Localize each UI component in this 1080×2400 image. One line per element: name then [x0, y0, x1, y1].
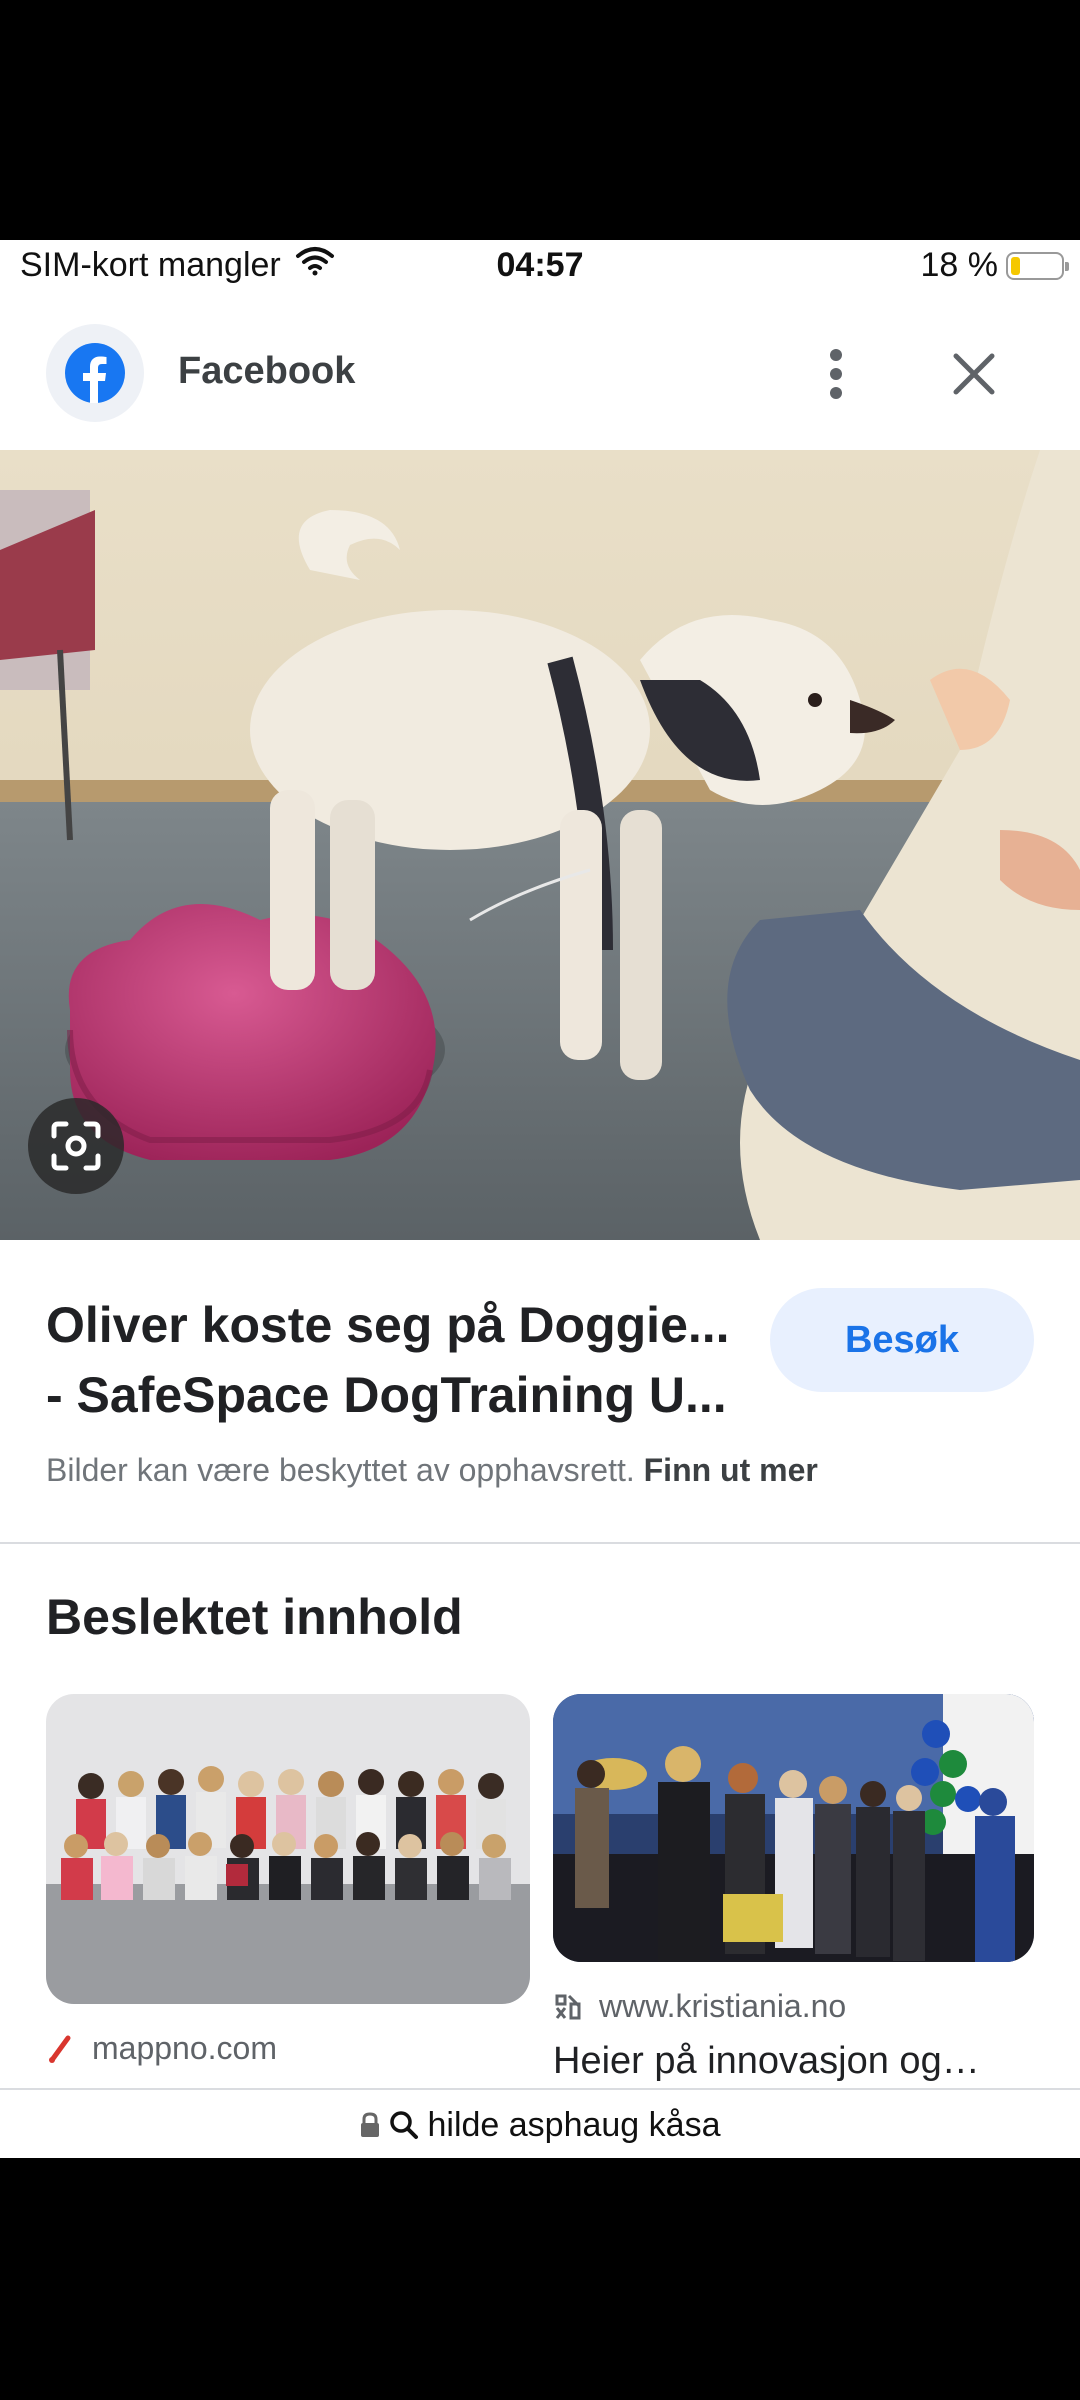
search-icon: [390, 2111, 419, 2139]
related-source-2-label: www.kristiania.no: [599, 1988, 847, 2024]
related-source-1[interactable]: mappno.com: [46, 2030, 277, 2067]
lock-icon: [361, 2112, 380, 2137]
url-bar[interactable]: hilde asphaug kåsa: [0, 2088, 1080, 2158]
related-title-2[interactable]: Heier på innovasjon og…: [553, 2040, 1034, 2083]
dog-training-photo: [0, 450, 1080, 1240]
more-options-button[interactable]: [806, 340, 866, 408]
image-viewer-header: Facebook: [0, 300, 1080, 450]
copyright-notice: Bilder kan være beskyttet av opphavsrett…: [46, 1452, 818, 1489]
learn-more-link[interactable]: Finn ut mer: [644, 1452, 818, 1488]
copyright-text: Bilder kan være beskyttet av opphavsrett…: [46, 1452, 635, 1488]
status-right: 18 %: [920, 246, 1069, 285]
related-image-2[interactable]: [553, 1694, 1034, 1962]
mappno-favicon-icon: [49, 2035, 71, 2063]
result-title-line-2: - SafeSpace DogTraining U...: [46, 1367, 727, 1423]
facebook-icon: [65, 343, 125, 403]
battery-fill: [1011, 256, 1020, 275]
related-heading: Beslektet innhold: [46, 1589, 463, 1645]
related-image-1[interactable]: [46, 1694, 530, 2004]
browser-screen: SIM-kort mangler 04:57 18 % Facebook Oli…: [0, 240, 1080, 2158]
close-button[interactable]: [940, 340, 1008, 408]
result-title-line-1: Oliver koste seg på Doggie...: [46, 1297, 730, 1353]
result-image[interactable]: [0, 450, 1080, 1240]
source-favicon[interactable]: [46, 324, 144, 422]
source-title[interactable]: Facebook: [178, 350, 355, 393]
award-photo-2: [553, 1694, 1034, 1962]
related-source-1-label: mappno.com: [92, 2030, 277, 2066]
status-time: 04:57: [496, 246, 584, 284]
lens-icon: [51, 1121, 101, 1171]
battery-icon: [1006, 251, 1069, 280]
result-title[interactable]: Oliver koste seg på Doggie... - SafeSpac…: [46, 1290, 756, 1430]
more-vert-icon: [830, 349, 842, 399]
visit-button[interactable]: Besøk: [770, 1288, 1034, 1392]
section-divider: [0, 1542, 1080, 1544]
close-icon: [953, 353, 995, 395]
status-bar: SIM-kort mangler 04:57 18 %: [0, 240, 1080, 300]
battery-percent: 18 %: [920, 246, 999, 284]
search-query: hilde asphaug kåsa: [427, 2105, 721, 2144]
google-lens-button[interactable]: [28, 1098, 124, 1194]
kristiania-favicon-icon: [555, 1994, 581, 2019]
group-photo-1: [46, 1694, 530, 2004]
related-source-2[interactable]: www.kristiania.no: [553, 1988, 846, 2025]
